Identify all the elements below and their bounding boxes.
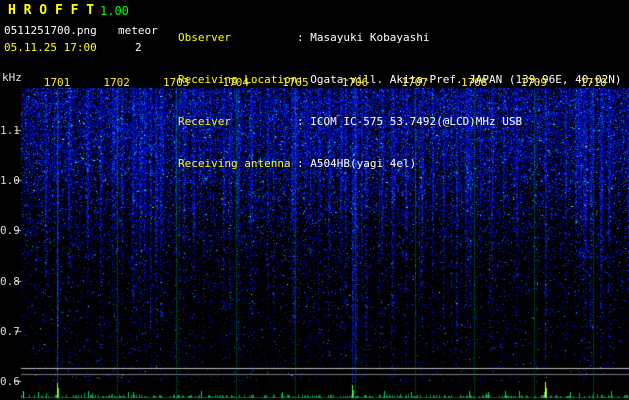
output-filename: 0511251700.png: [4, 24, 97, 37]
time-tick-label: 1705: [282, 76, 309, 89]
datetime-label: 05.11.25 17:00: [4, 41, 97, 54]
time-tick-label: 1707: [401, 76, 428, 89]
app-version: 1.00: [100, 4, 129, 18]
time-tick-label: 1703: [162, 76, 190, 89]
freq-axis-unit: kHz: [2, 71, 22, 84]
info-value-antenna: : A504HB(yagi 4el): [297, 157, 417, 170]
time-tick-label: 1708: [460, 76, 488, 89]
info-value-receiver: : ICOM IC-575 53.7492(@LCD)MHz USB: [297, 115, 523, 128]
freq-tick-label: 0.6: [0, 375, 20, 388]
hrofft-screen: H R O F F T 1.00 0511251700.png meteor 2…: [0, 0, 629, 400]
time-tick-label: 1706: [341, 76, 369, 89]
time-tick-label: 1709: [520, 76, 548, 89]
meteor-counter-label: meteor: [118, 24, 158, 37]
freq-tick-label: 0.8: [0, 275, 20, 288]
station-info: Observer: Masayuki Kobayashi Receiving L…: [178, 3, 622, 199]
info-row-observer: Observer : Masayuki Kobayashi: [178, 31, 622, 45]
freq-tick-label: 0.9: [0, 224, 20, 237]
info-label-observer: Observer: [178, 31, 231, 44]
time-tick-label: 1701: [43, 76, 71, 89]
info-label-antenna: Receiving antenna: [178, 157, 291, 170]
freq-tick-label: 1.1: [0, 124, 20, 137]
time-tick-label: 1704: [222, 76, 250, 89]
time-tick-label: 1710: [580, 76, 607, 89]
info-value-observer: : Masayuki Kobayashi: [297, 31, 430, 44]
info-label-receiver: Receiver: [178, 115, 231, 128]
freq-tick-label: 1.0: [0, 174, 20, 187]
info-row-receiver: Receiver : ICOM IC-575 53.7492(@LCD)MHz U…: [178, 115, 622, 129]
meteor-counter-value: 2: [135, 41, 142, 54]
info-row-antenna: Receiving antenna : A504HB(yagi 4el): [178, 157, 622, 171]
time-tick-label: 1702: [103, 76, 130, 89]
freq-tick-label: 0.7: [0, 325, 20, 338]
app-title: H R O F F T: [8, 3, 95, 18]
